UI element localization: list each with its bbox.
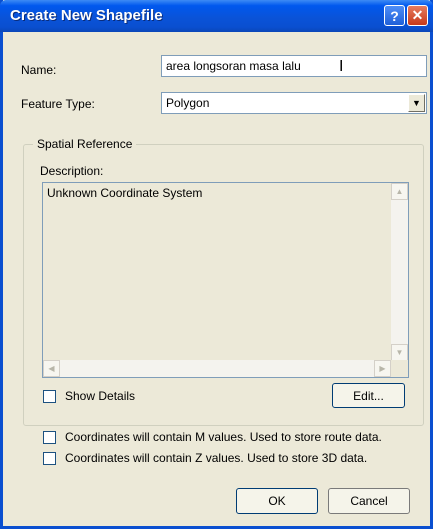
feature-type-select[interactable]: Polygon ▼ (161, 92, 427, 114)
text-cursor-icon: I (339, 58, 344, 75)
title-bar[interactable]: Create New Shapefile ? ✕ (0, 0, 433, 32)
description-box[interactable]: Unknown Coordinate System ▲ ▼ ◀ ▶ (42, 182, 409, 378)
edit-button[interactable]: Edit... (332, 383, 405, 408)
ok-button[interactable]: OK (236, 488, 318, 514)
cancel-button[interactable]: Cancel (328, 488, 410, 514)
scroll-left-icon[interactable]: ◀ (43, 360, 60, 377)
help-button[interactable]: ? (384, 5, 405, 26)
name-input-value: area longsoran masa lalu (166, 59, 301, 73)
dialog-window: Create New Shapefile ? ✕ Name: area long… (0, 0, 433, 529)
vertical-scrollbar[interactable]: ▲ ▼ (391, 183, 408, 361)
scroll-down-icon[interactable]: ▼ (391, 344, 408, 361)
m-values-label[interactable]: Coordinates will contain M values. Used … (65, 430, 382, 444)
name-input[interactable]: area longsoran masa lalu (161, 55, 427, 77)
chevron-down-icon[interactable]: ▼ (408, 94, 425, 112)
close-button[interactable]: ✕ (407, 5, 428, 26)
window-title: Create New Shapefile (10, 7, 163, 24)
spatial-reference-title: Spatial Reference (33, 137, 137, 151)
m-values-checkbox[interactable] (43, 431, 56, 444)
description-label: Description: (40, 164, 104, 178)
z-values-checkbox[interactable] (43, 452, 56, 465)
show-details-checkbox[interactable] (43, 390, 56, 403)
scroll-corner (391, 360, 408, 377)
feature-type-value: Polygon (166, 96, 210, 110)
z-values-label[interactable]: Coordinates will contain Z values. Used … (65, 451, 367, 465)
description-text: Unknown Coordinate System (47, 186, 203, 200)
feature-type-label: Feature Type: (21, 97, 95, 111)
scroll-right-icon[interactable]: ▶ (374, 360, 391, 377)
horizontal-scrollbar[interactable]: ◀ ▶ (43, 360, 391, 377)
show-details-label[interactable]: Show Details (65, 389, 135, 403)
name-label: Name: (21, 63, 57, 77)
scroll-up-icon[interactable]: ▲ (391, 183, 408, 200)
